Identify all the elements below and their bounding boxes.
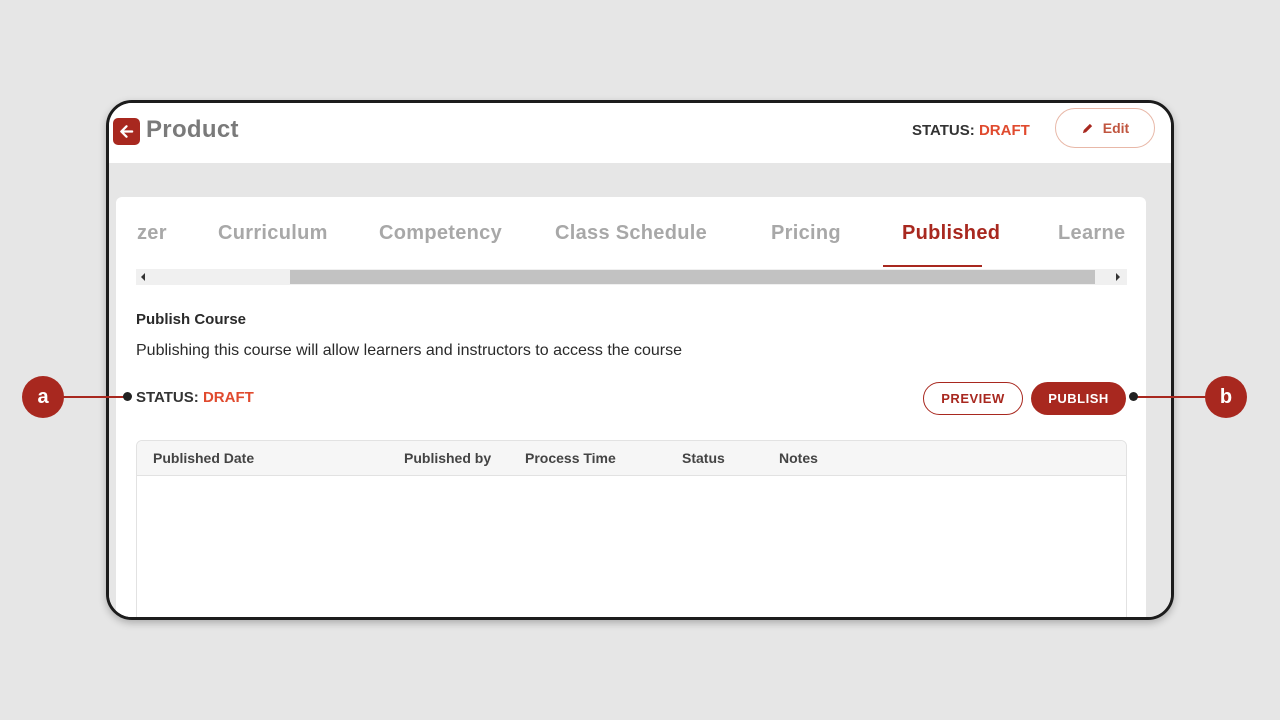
back-button[interactable] [113,118,140,145]
callout-a-line [60,396,130,398]
tab-pricing[interactable]: Pricing [771,222,841,245]
tab-class-schedule[interactable]: Class Schedule [555,222,707,245]
page-title: Product [146,116,239,143]
course-status: STATUS: DRAFT [136,389,254,406]
column-header-process-time[interactable]: Process Time [525,450,616,466]
callout-b-dot [1129,392,1138,401]
scroll-left-arrow-icon[interactable] [141,273,145,281]
tab-learners[interactable]: Learne [1058,222,1125,245]
scrollbar-thumb[interactable] [290,270,1095,284]
tab-competency[interactable]: Competency [379,222,502,245]
top-bar: Product STATUS: DRAFT Edit [109,103,1171,163]
preview-button[interactable]: PREVIEW [923,382,1023,415]
column-header-status[interactable]: Status [682,450,725,466]
edit-button-label: Edit [1102,120,1130,136]
arrow-left-icon [120,125,134,138]
header-status-value: DRAFT [978,122,1030,139]
tab-bar: zer Curriculum Competency Class Schedule… [136,197,1127,267]
course-status-value: DRAFT [202,389,254,406]
tab-published[interactable]: Published [902,222,1000,245]
device-frame: Product STATUS: DRAFT Edit zer Curriculu… [106,100,1174,620]
pencil-icon [1082,123,1092,133]
tab-organizer[interactable]: zer [137,222,167,245]
column-header-published-date[interactable]: Published Date [153,450,254,466]
tab-curriculum[interactable]: Curriculum [218,222,328,245]
table-header: Published Date Published by Process Time… [137,441,1126,476]
active-tab-indicator [883,265,982,267]
tabs-scrollbar[interactable] [136,269,1127,285]
section-title: Publish Course [136,311,247,328]
column-header-notes[interactable]: Notes [779,450,818,466]
scroll-right-arrow-icon[interactable] [1116,273,1120,281]
section-description: Publishing this course will allow learne… [136,342,683,359]
callout-a-badge: a [22,376,64,418]
publish-history-table: Published Date Published by Process Time… [136,440,1127,617]
callout-b-badge: b [1205,376,1247,418]
header-status-label: STATUS: [912,122,975,139]
column-header-published-by[interactable]: Published by [404,450,491,466]
course-status-label: STATUS: [136,389,199,406]
callout-b-line [1133,396,1213,398]
publish-card: zer Curriculum Competency Class Schedule… [116,197,1146,617]
header-status: STATUS: DRAFT [912,122,1030,139]
publish-button[interactable]: PUBLISH [1031,382,1126,415]
callout-a-dot [123,392,132,401]
edit-button[interactable]: Edit [1055,108,1155,148]
